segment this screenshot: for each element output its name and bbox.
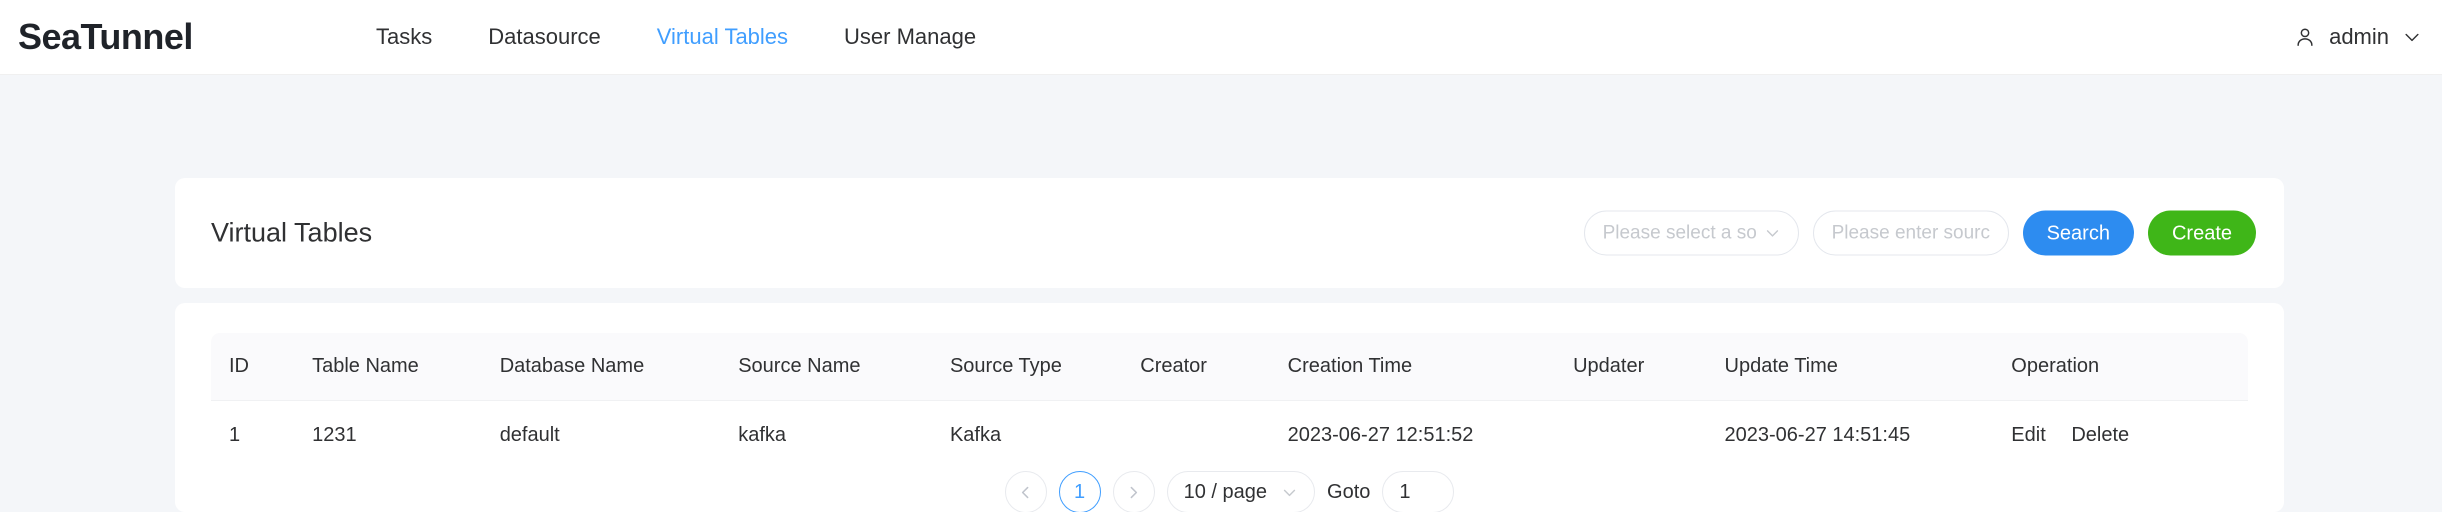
app-header: SeaTunnel Tasks Datasource Virtual Table… [0,0,2442,75]
table-row: 1 1231 default kafka Kafka 2023-06-27 12… [211,399,2248,470]
virtual-tables-table: ID Table Name Database Name Source Name … [211,333,2248,470]
chevron-down-icon [2405,33,2419,42]
page-body: Virtual Tables Please select a source ty… [0,75,2442,512]
page-size-label: 10 / page [1183,480,1268,503]
user-name-label: admin [2329,24,2389,49]
chevron-right-icon [1130,486,1138,498]
source-type-select[interactable]: Please select a source type [1583,210,1799,256]
column-header-table-name[interactable]: Table Name [294,333,482,400]
nav-item-user-manage[interactable]: User Manage [816,26,1004,48]
column-header-creator[interactable]: Creator [1122,333,1270,400]
cell-id: 1 [211,399,295,470]
column-header-source-name[interactable]: Source Name [720,333,932,400]
nav-item-datasource[interactable]: Datasource [460,26,629,48]
cell-update-time: 2023-06-27 14:51:45 [1706,399,1994,470]
nav-item-tasks[interactable]: Tasks [348,26,460,48]
edit-link[interactable]: Edit [2011,424,2045,447]
cell-table-name: 1231 [294,399,482,470]
goto-label: Goto [1327,480,1371,503]
virtual-tables-panel-card: Virtual Tables Please select a source ty… [175,178,2284,288]
cell-database-name: default [481,399,721,470]
chevron-left-icon [1021,486,1029,498]
column-header-updater[interactable]: Updater [1555,333,1707,400]
source-name-input[interactable] [1812,210,2009,256]
delete-link[interactable]: Delete [2071,424,2129,447]
page-size-select[interactable]: 10 / page [1166,471,1316,512]
chevron-down-icon [1283,489,1296,496]
brand-logo[interactable]: SeaTunnel [18,16,193,58]
create-button[interactable]: Create [2147,210,2256,256]
column-header-operation: Operation [1993,333,2248,400]
pagination-prev-button[interactable] [1004,471,1047,512]
cell-operation: Edit Delete [1993,399,2248,470]
cell-source-name: kafka [720,399,932,470]
main-navigation: Tasks Datasource Virtual Tables User Man… [348,26,1004,48]
nav-item-virtual-tables[interactable]: Virtual Tables [629,26,816,48]
cell-updater [1555,399,1707,470]
goto-page-input[interactable] [1382,471,1455,512]
column-header-creation-time[interactable]: Creation Time [1269,333,1556,400]
column-header-update-time[interactable]: Update Time [1706,333,1994,400]
column-header-id[interactable]: ID [211,333,295,400]
virtual-tables-table-card: ID Table Name Database Name Source Name … [175,303,2284,512]
pagination-next-button[interactable] [1112,471,1155,512]
cell-creator [1122,399,1270,470]
panel-controls: Please select a source type Search Creat… [1583,210,2256,256]
table-header-row: ID Table Name Database Name Source Name … [211,333,2248,400]
column-header-database-name[interactable]: Database Name [481,333,721,400]
search-button[interactable]: Search [2022,210,2134,256]
cell-source-type: Kafka [931,399,1123,470]
source-type-select-placeholder: Please select a source type [1602,222,1758,243]
page-title: Virtual Tables [211,217,373,248]
pagination: 1 10 / page Goto [175,471,2284,512]
column-header-source-type[interactable]: Source Type [931,333,1123,400]
cell-creation-time: 2023-06-27 12:51:52 [1269,399,1556,470]
user-menu[interactable]: admin [2294,24,2422,50]
user-icon [2297,28,2313,46]
pagination-page-1[interactable]: 1 [1058,471,1101,512]
chevron-down-icon [1766,230,1778,237]
